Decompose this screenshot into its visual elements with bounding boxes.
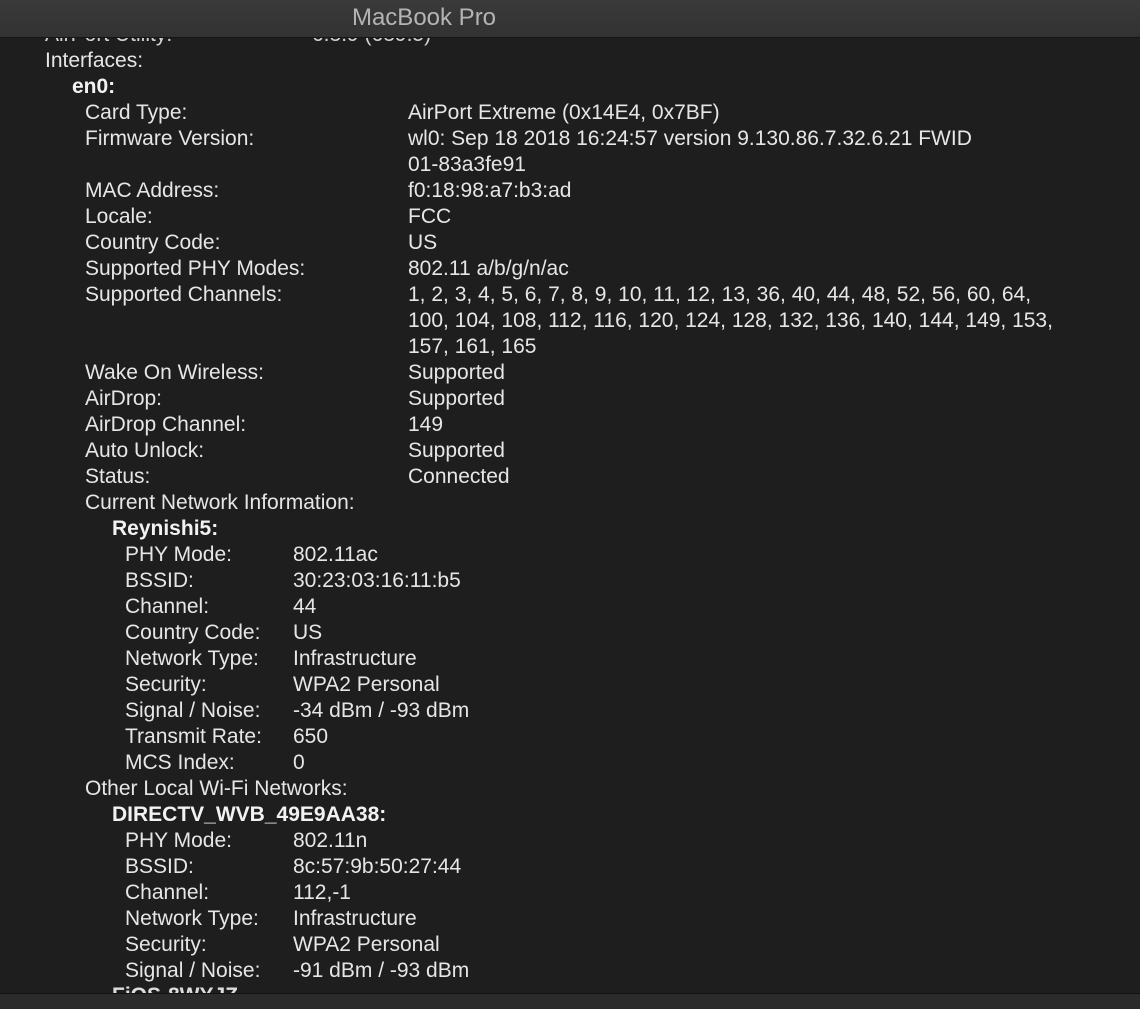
other-bssid-value: 8c:57:9b:50:27:44 [293,855,462,878]
firmware-version-value: wl0: Sep 18 2018 16:24:57 version 9.130.… [408,127,972,150]
phy-modes-value: 802.11 a/b/g/n/ac [408,257,569,280]
country-code-label: Country Code: [85,231,221,254]
firmware-version-value-cont: 01-83a3fe91 [408,153,526,176]
mac-address-value: f0:18:98:a7:b3:ad [408,179,572,202]
current-channel-value: 44 [293,595,317,618]
next-network-name-partial: FiOS-8WYJZ [112,983,238,993]
window-title: MacBook Pro [351,4,497,31]
firmware-version-label: Firmware Version: [85,127,255,150]
current-network-type-value: Infrastructure [293,647,417,670]
window-bottom-bar [0,993,1140,1009]
other-security-label: Security: [125,933,207,956]
mac-address-label: MAC Address: [85,179,220,202]
current-country-code-label: Country Code: [125,621,261,644]
status-value: Connected [408,465,510,488]
other-phy-mode-value: 802.11n [293,829,368,852]
current-signal-noise-label: Signal / Noise: [125,699,261,722]
card-type-value: AirPort Extreme (0x14E4, 0x7BF) [408,101,720,124]
other-security-value: WPA2 Personal [293,933,440,956]
current-network-type-label: Network Type: [125,647,259,670]
auto-unlock-label: Auto Unlock: [85,439,205,462]
airdrop-label: AirDrop: [85,387,163,410]
current-bssid-label: BSSID: [125,569,194,592]
title-bar[interactable]: MacBook Pro [0,0,1140,38]
other-network-type-label: Network Type: [125,907,259,930]
current-network-heading: Current Network Information: [85,491,355,514]
card-type-label: Card Type: [85,101,188,124]
locale-label: Locale: [85,205,153,228]
current-phy-mode-value: 802.11ac [293,543,378,566]
current-transmit-rate-label: Transmit Rate: [125,725,262,748]
other-phy-mode-label: PHY Mode: [125,829,232,852]
supported-channels-value-cont: 100, 104, 108, 112, 116, 120, 124, 128, … [408,309,1053,332]
airdrop-channel-value: 149 [408,413,444,436]
current-bssid-value: 30:23:03:16:11:b5 [293,569,461,592]
other-networks-heading: Other Local Wi-Fi Networks: [85,777,348,800]
status-label: Status: [85,465,151,488]
phy-modes-label: Supported PHY Modes: [85,257,306,280]
current-security-label: Security: [125,673,207,696]
current-security-value: WPA2 Personal [293,673,440,696]
airdrop-value: Supported [408,387,505,410]
current-phy-mode-label: PHY Mode: [125,543,232,566]
current-mcs-index-label: MCS Index: [125,751,235,774]
locale-value: FCC [408,205,452,228]
current-country-code-value: US [293,621,323,644]
other-network-type-value: Infrastructure [293,907,417,930]
current-network-name: Reynishi5: [112,517,219,540]
current-transmit-rate-value: 650 [293,725,329,748]
current-channel-label: Channel: [125,595,210,618]
other-network-name: DIRECTV_WVB_49E9AA38: [112,803,387,826]
supported-channels-value: 1, 2, 3, 4, 5, 6, 7, 8, 9, 10, 11, 12, 1… [408,283,1032,306]
other-signal-noise-value: -91 dBm / -93 dBm [293,959,470,982]
other-signal-noise-label: Signal / Noise: [125,959,261,982]
interfaces-label: Interfaces: [45,49,144,72]
other-channel-value: 112,-1 [293,881,351,904]
en0-heading: en0: [72,75,116,98]
airport-utility-label: AirPort Utility: [45,38,172,48]
other-bssid-label: BSSID: [125,855,194,878]
current-signal-noise-value: -34 dBm / -93 dBm [293,699,470,722]
info-content[interactable]: AirPort Utility: 6.3.9 (639.5) Interface… [0,38,1140,993]
auto-unlock-value: Supported [408,439,505,462]
airdrop-channel-label: AirDrop Channel: [85,413,247,436]
other-channel-label: Channel: [125,881,210,904]
supported-channels-value-cont2: 157, 161, 165 [408,335,537,358]
wake-on-wireless-value: Supported [408,361,505,384]
supported-channels-label: Supported Channels: [85,283,283,306]
wake-on-wireless-label: Wake On Wireless: [85,361,264,384]
country-code-value: US [408,231,438,254]
airport-utility-value: 6.3.9 (639.5) [312,38,431,48]
current-mcs-index-value: 0 [293,751,305,774]
